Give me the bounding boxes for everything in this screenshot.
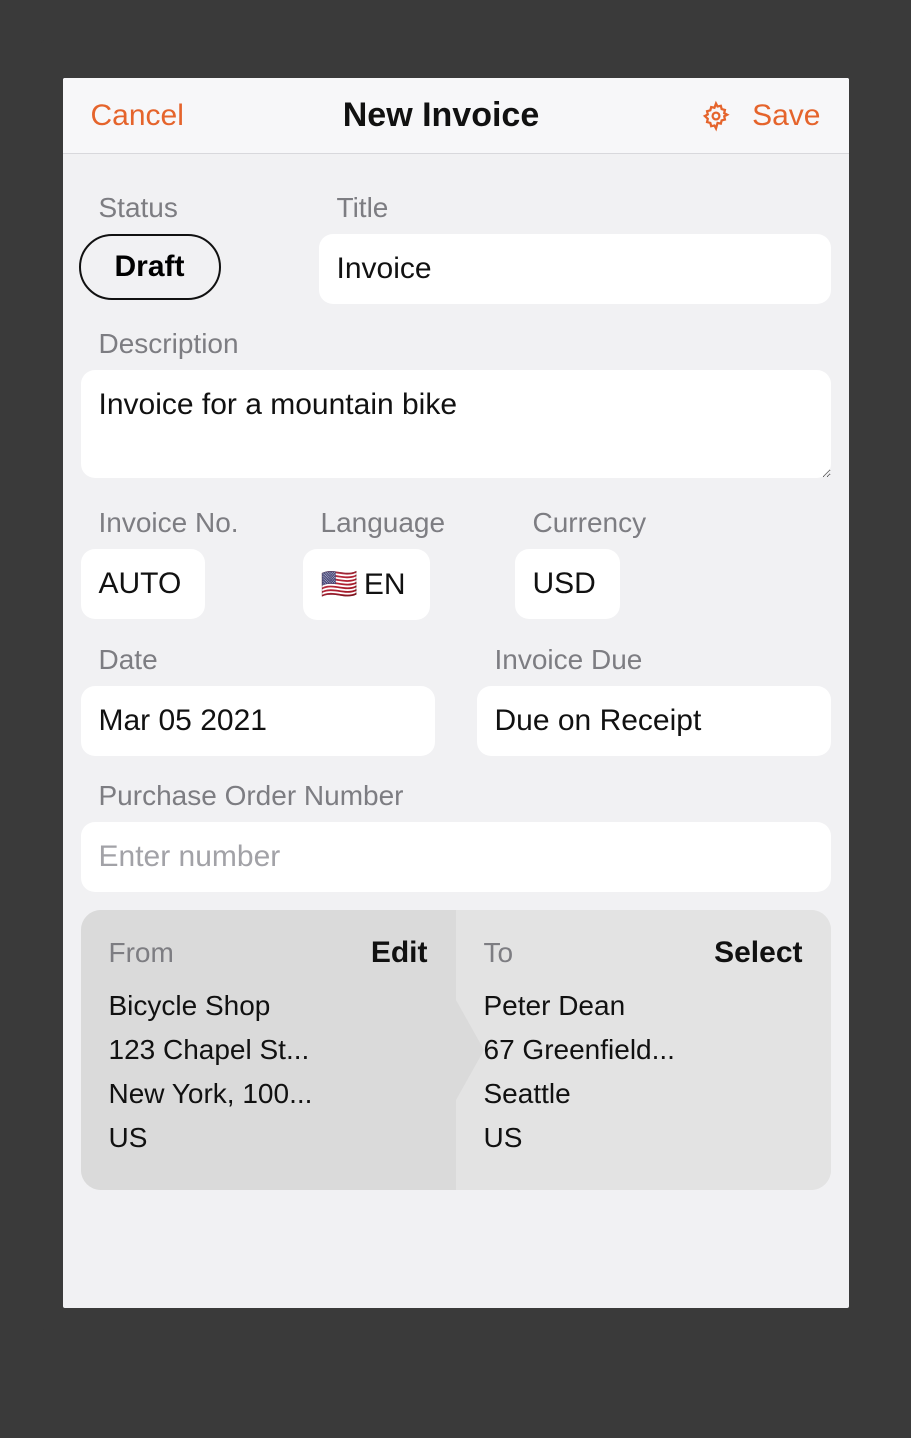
from-country: US [109,1116,428,1160]
currency-select[interactable]: USD [515,549,620,619]
title-label: Title [319,192,831,224]
date-label: Date [81,644,435,676]
to-city: Seattle [484,1072,803,1116]
description-input[interactable] [81,370,831,478]
to-country: US [484,1116,803,1160]
parties-card: From Edit Bicycle Shop 123 Chapel St... … [81,910,831,1190]
date-field[interactable]: Mar 05 2021 [81,686,435,756]
language-label: Language [303,507,493,539]
invoice-no-field[interactable]: AUTO [81,549,206,619]
cancel-button[interactable]: Cancel [91,99,184,133]
save-button[interactable]: Save [752,99,820,133]
title-input[interactable] [319,234,831,304]
language-value: EN [364,568,406,601]
page-title: New Invoice [343,96,540,135]
po-input[interactable] [81,822,831,892]
from-name: Bicycle Shop [109,984,428,1028]
invoice-no-label: Invoice No. [81,507,281,539]
from-edit-button[interactable]: Edit [371,936,428,970]
from-city: New York, 100... [109,1072,428,1116]
to-label: To [484,937,514,969]
due-label: Invoice Due [477,644,831,676]
navbar: Cancel New Invoice Save [63,78,849,154]
currency-label: Currency [515,507,715,539]
arrow-notch-icon [456,1000,484,1100]
to-panel: To Select Peter Dean 67 Greenfield... Se… [456,910,831,1190]
to-street: 67 Greenfield... [484,1028,803,1072]
from-street: 123 Chapel St... [109,1028,428,1072]
from-panel: From Edit Bicycle Shop 123 Chapel St... … [81,910,456,1190]
flag-icon: 🇺🇸 [321,568,358,601]
status-label: Status [81,192,301,224]
to-select-button[interactable]: Select [714,936,802,970]
po-label: Purchase Order Number [81,780,831,812]
from-label: From [109,937,174,969]
status-pill[interactable]: Draft [79,234,221,300]
due-field[interactable]: Due on Receipt [477,686,831,756]
to-name: Peter Dean [484,984,803,1028]
language-select[interactable]: 🇺🇸EN [303,549,430,620]
description-label: Description [81,328,831,360]
settings-gear-icon[interactable] [698,98,734,134]
